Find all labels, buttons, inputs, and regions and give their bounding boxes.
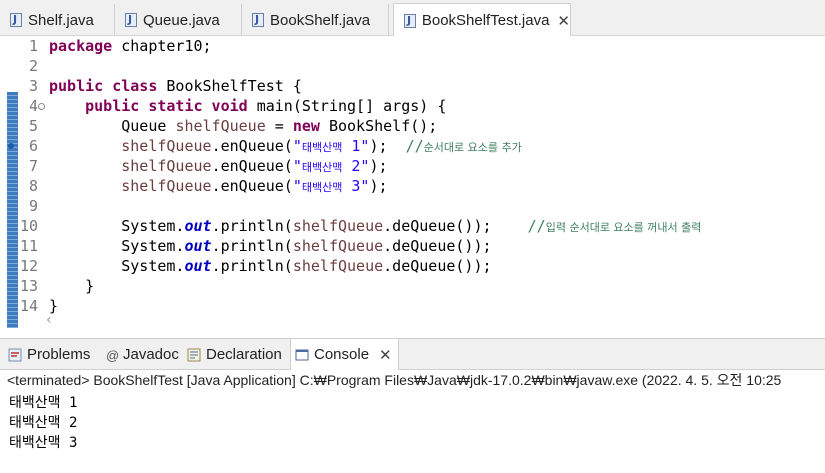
console-line: 태백산맥 2 <box>9 415 78 431</box>
fold-toggle-icon[interactable] <box>38 103 45 110</box>
tab-label: BookShelfTest.java <box>421 12 550 29</box>
code-line[interactable]: 12 System.out.println(shelfQueue.deQueue… <box>0 256 825 276</box>
code-text: public class BookShelfTest { <box>49 77 302 95</box>
code-text: } <box>49 277 95 295</box>
close-icon[interactable]: ✕ <box>557 12 570 30</box>
problems-icon <box>8 348 22 362</box>
line-number: 13 <box>19 277 38 295</box>
code-line[interactable]: 9 <box>0 196 825 216</box>
console-line: 태백산맥 1 <box>9 395 78 411</box>
line-number: 9 <box>28 197 38 215</box>
code-text: package chapter10; <box>49 37 212 55</box>
editor-tab-bar: Shelf.java Queue.java BookShelf.java Boo… <box>0 0 825 37</box>
code-line[interactable]: 10 System.out.println(shelfQueue.deQueue… <box>0 216 825 236</box>
panel-tab-bar: Problems @ Javadoc Declaration Console ✕ <box>0 338 825 370</box>
code-line[interactable]: 6 shelfQueue.enQueue("태백산맥 1"); //순서대로 요… <box>0 136 825 156</box>
line-number: 10 <box>19 217 38 235</box>
line-number: 4 <box>28 97 38 115</box>
java-file-icon <box>404 13 416 28</box>
console-icon <box>295 348 309 362</box>
code-text: public static void main(String[] args) { <box>85 97 447 115</box>
line-number: 8 <box>28 177 38 195</box>
code-text: System.out.println(shelfQueue.deQueue())… <box>49 257 492 275</box>
tab-console[interactable]: Console ✕ <box>290 339 399 370</box>
tab-label: Javadoc <box>123 346 179 363</box>
tab-javadoc[interactable]: @ Javadoc <box>106 339 179 370</box>
tab-declaration[interactable]: Declaration <box>187 339 282 370</box>
code-line[interactable]: 4 public static void main(String[] args)… <box>0 96 825 116</box>
code-line[interactable]: 7 shelfQueue.enQueue("태백산맥 2"); <box>0 156 825 176</box>
tab-shelf-java[interactable]: Shelf.java <box>0 4 115 36</box>
code-line[interactable]: 11 System.out.println(shelfQueue.deQueue… <box>0 236 825 256</box>
code-line[interactable]: 8 shelfQueue.enQueue("태백산맥 3"); <box>0 176 825 196</box>
at-icon: @ <box>106 347 120 363</box>
code-line[interactable]: 14} <box>0 296 825 316</box>
code-line[interactable]: 13 } <box>0 276 825 296</box>
java-file-icon <box>10 13 22 27</box>
line-number: 14 <box>19 297 38 315</box>
console-status: <terminated> BookShelfTest [Java Applica… <box>7 372 782 388</box>
code-text: shelfQueue.enQueue("태백산맥 2"); <box>121 157 388 175</box>
code-text: Queue shelfQueue = new BookShelf(); <box>49 117 438 135</box>
code-text: System.out.println(shelfQueue.deQueue())… <box>49 217 702 235</box>
line-number: 12 <box>19 257 38 275</box>
tab-label: BookShelf.java <box>270 11 371 29</box>
line-number: 6 <box>28 137 38 155</box>
line-number: 5 <box>28 117 38 135</box>
code-line[interactable]: 3 public class BookShelfTest { <box>0 76 825 96</box>
console-line: 태백산맥 3 <box>9 435 78 451</box>
code-text: shelfQueue.enQueue("태백산맥 1"); //순서대로 요소를… <box>121 137 522 155</box>
code-line[interactable]: 2 <box>0 56 825 76</box>
occurrence-marker-icon <box>8 143 14 149</box>
tab-queue-java[interactable]: Queue.java <box>115 4 242 36</box>
scroll-left-icon[interactable]: ‹ <box>46 312 52 328</box>
console-output[interactable]: <terminated> BookShelfTest [Java Applica… <box>0 370 825 473</box>
tab-problems[interactable]: Problems <box>8 339 90 370</box>
line-number: 3 <box>28 77 38 95</box>
tab-label: Shelf.java <box>28 11 94 29</box>
java-file-icon <box>252 13 264 27</box>
tab-label: Declaration <box>206 346 282 363</box>
code-editor[interactable]: 1 package chapter10; 2 3 public class BookSh… <box>0 36 825 330</box>
tab-bookshelftest-java[interactable]: BookShelfTest.java ✕ <box>393 3 571 37</box>
code-text: shelfQueue.enQueue("태백산맥 3"); <box>121 177 388 195</box>
java-file-icon <box>125 13 137 27</box>
line-number: 11 <box>19 237 38 255</box>
line-number: 1 <box>28 37 38 55</box>
line-number: 7 <box>28 157 38 175</box>
code-line[interactable]: 1 package chapter10; <box>0 36 825 56</box>
tab-label: Console <box>314 346 370 363</box>
code-line[interactable]: 5 Queue shelfQueue = new BookShelf(); <box>0 116 825 136</box>
tab-label: Problems <box>27 346 91 363</box>
tab-label: Queue.java <box>143 11 220 29</box>
line-number: 2 <box>28 57 38 75</box>
close-icon[interactable]: ✕ <box>379 346 392 364</box>
tab-bookshelf-java[interactable]: BookShelf.java <box>242 4 389 36</box>
code-text: System.out.println(shelfQueue.deQueue())… <box>49 237 492 255</box>
declaration-icon <box>187 348 201 362</box>
